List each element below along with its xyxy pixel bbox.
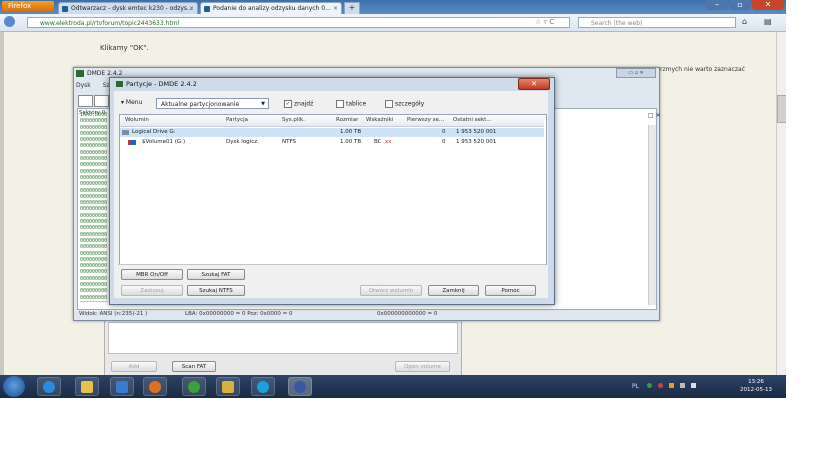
column-header[interactable]: Wolumin (125, 115, 149, 126)
post-text: Klikamy "OK". (100, 44, 149, 52)
apply-button: Zastosuj (121, 285, 183, 296)
close-icon[interactable]: × (333, 3, 338, 14)
window-close-button[interactable]: ✕ (752, 0, 784, 10)
status-view: Widok: ANSI (n:235)-21 ) (79, 311, 148, 317)
folder-icon (81, 381, 93, 393)
toolbar-button[interactable] (94, 95, 109, 107)
page-left-border (0, 32, 4, 375)
minimize-button[interactable]: – (706, 0, 728, 10)
taskbar-utorrent[interactable] (182, 377, 206, 396)
close-button[interactable]: Zamknij (428, 285, 479, 296)
chevron-down-icon: ▼ (261, 101, 265, 107)
dialog-close-button[interactable]: ✕ (518, 78, 550, 90)
open-volume-button: Open volume (395, 361, 450, 372)
mbr-toggle-button[interactable]: MBR On/Off (121, 269, 183, 280)
taskbar-skype[interactable] (251, 377, 275, 396)
partition-icon (128, 140, 136, 145)
dialog-title: Partycje - DMDE 2.4.2 (116, 79, 197, 89)
favicon-icon (204, 6, 210, 12)
scrollbar-thumb[interactable] (777, 95, 786, 123)
app-icon (116, 81, 123, 87)
column-header[interactable]: Wskaźniki (366, 115, 393, 126)
url-field[interactable]: www.elektroda.pl/rtvforum/topic2443633.h… (27, 17, 570, 28)
menu-item-dysk[interactable]: Dysk (76, 82, 91, 89)
search-input[interactable]: Search (the web) (578, 17, 736, 28)
table-row[interactable]: Logical Drive G: 1.00 TB 0 1 953 520 001 (120, 128, 544, 137)
start-button[interactable] (3, 376, 25, 397)
network-icon[interactable] (679, 383, 685, 388)
toolbar-button[interactable] (78, 95, 93, 107)
close-icon[interactable]: × (189, 3, 194, 14)
status-lba: LBA: 0x00000000 = 0 Poz: 0x0000 = 0 (185, 311, 293, 317)
home-icon[interactable]: ⌂ (742, 17, 747, 26)
taskbar-folder[interactable] (216, 377, 240, 396)
column-header[interactable]: Rozmiar (336, 115, 358, 126)
firefox-icon (149, 381, 161, 393)
hex-offsets: 1AA0:00000000000000000000000000000000000… (80, 112, 108, 302)
status-offset: 0x000000000000 = 0 (377, 311, 438, 317)
scan-fat-button: Scan FAT (172, 361, 216, 372)
checkbox-szczegoly[interactable]: szczegóły (385, 100, 424, 108)
column-header[interactable]: Partycja (226, 115, 248, 126)
separator (118, 264, 546, 265)
app-icon (76, 70, 84, 77)
browser-tab-active[interactable]: Podanie do analizy odzysku danych 0... × (200, 2, 342, 14)
tray-icon[interactable] (646, 383, 652, 388)
pane-controls[interactable]: □ ✕ (648, 112, 661, 119)
bookmark-star-icon[interactable]: ☆ ▿ C (535, 18, 554, 26)
checkbox-tablice[interactable]: tablice (336, 100, 366, 108)
drive-icon (122, 130, 129, 135)
add-button: Add (111, 361, 157, 372)
open-volume-button: Otwórz wolumin (360, 285, 422, 296)
hex-scrollbar[interactable] (648, 125, 656, 305)
screen: Firefox Odtwarzacz - dysk emtec k230 - o… (0, 0, 786, 398)
search-ntfs-button[interactable]: Szukaj NTFS (187, 285, 245, 296)
tray-icon[interactable] (668, 383, 674, 388)
language-indicator[interactable]: PL (632, 383, 639, 390)
app-icon (116, 381, 128, 393)
browser-tab[interactable]: Odtwarzacz - dysk emtec k230 - odzys... … (58, 2, 198, 14)
utorrent-icon (188, 381, 200, 393)
favicon-icon (62, 6, 68, 12)
help-button[interactable]: Pomoc (485, 285, 536, 296)
skype-icon (257, 381, 269, 393)
dmde-menu-bar: Dysk Sz (76, 82, 110, 89)
back-icon[interactable] (4, 16, 15, 27)
taskbar-explorer[interactable] (75, 377, 99, 396)
firefox-menu-button[interactable]: Firefox (2, 1, 54, 12)
tab-label: Odtwarzacz - dysk emtec k230 - odzys... (71, 5, 193, 12)
column-header[interactable]: Sys.plik. (282, 115, 305, 126)
ie-icon (43, 381, 55, 393)
folder-icon (222, 381, 234, 393)
search-fat-button[interactable]: Szukaj FAT (187, 269, 245, 280)
taskbar-ie[interactable] (37, 377, 61, 396)
page-scrollbar[interactable] (776, 32, 786, 375)
checkbox-checked-icon: ✓ (284, 100, 292, 108)
table-row[interactable]: $Volume01 (G:) Dysk logicz. NTFS 1.00 TB… (120, 138, 544, 147)
system-tray: PL (632, 383, 696, 390)
partitioning-select[interactable]: Aktualne partycjonowanie ▼ (156, 98, 269, 109)
tray-icon[interactable] (657, 383, 663, 388)
tab-label: Podanie do analizy odzysku danych 0... (213, 5, 331, 12)
volume-icon[interactable] (690, 383, 696, 388)
screenshot-list (108, 322, 458, 354)
maximize-button[interactable]: ▫ (729, 0, 751, 10)
dmde-window-controls[interactable]: ▭ ▫ ✕ (616, 68, 656, 78)
menu-icon[interactable]: ▤ (764, 17, 772, 26)
taskbar-clock[interactable]: 13:26 2012-05-13 (734, 378, 778, 394)
taskbar-firefox[interactable] (143, 377, 167, 396)
column-header[interactable]: Ostatni sekt... (453, 115, 491, 126)
checkbox-znajdz[interactable]: ✓ znajdź (284, 100, 313, 108)
menu-dropdown-button[interactable]: ▾ Menu (121, 99, 142, 106)
taskbar-dmde[interactable] (288, 377, 312, 396)
taskbar-app[interactable] (110, 377, 134, 396)
post-text-right: rzmych nie warto zaznaczać (660, 66, 745, 73)
table-header: Wolumin Partycja Sys.plik. Rozmiar Wskaź… (120, 115, 544, 127)
dmde-icon (294, 381, 306, 393)
column-header[interactable]: Pierwszy se... (407, 115, 444, 126)
dmde-status-bar: Widok: ANSI (n:235)-21 ) LBA: 0x00000000… (77, 310, 655, 319)
